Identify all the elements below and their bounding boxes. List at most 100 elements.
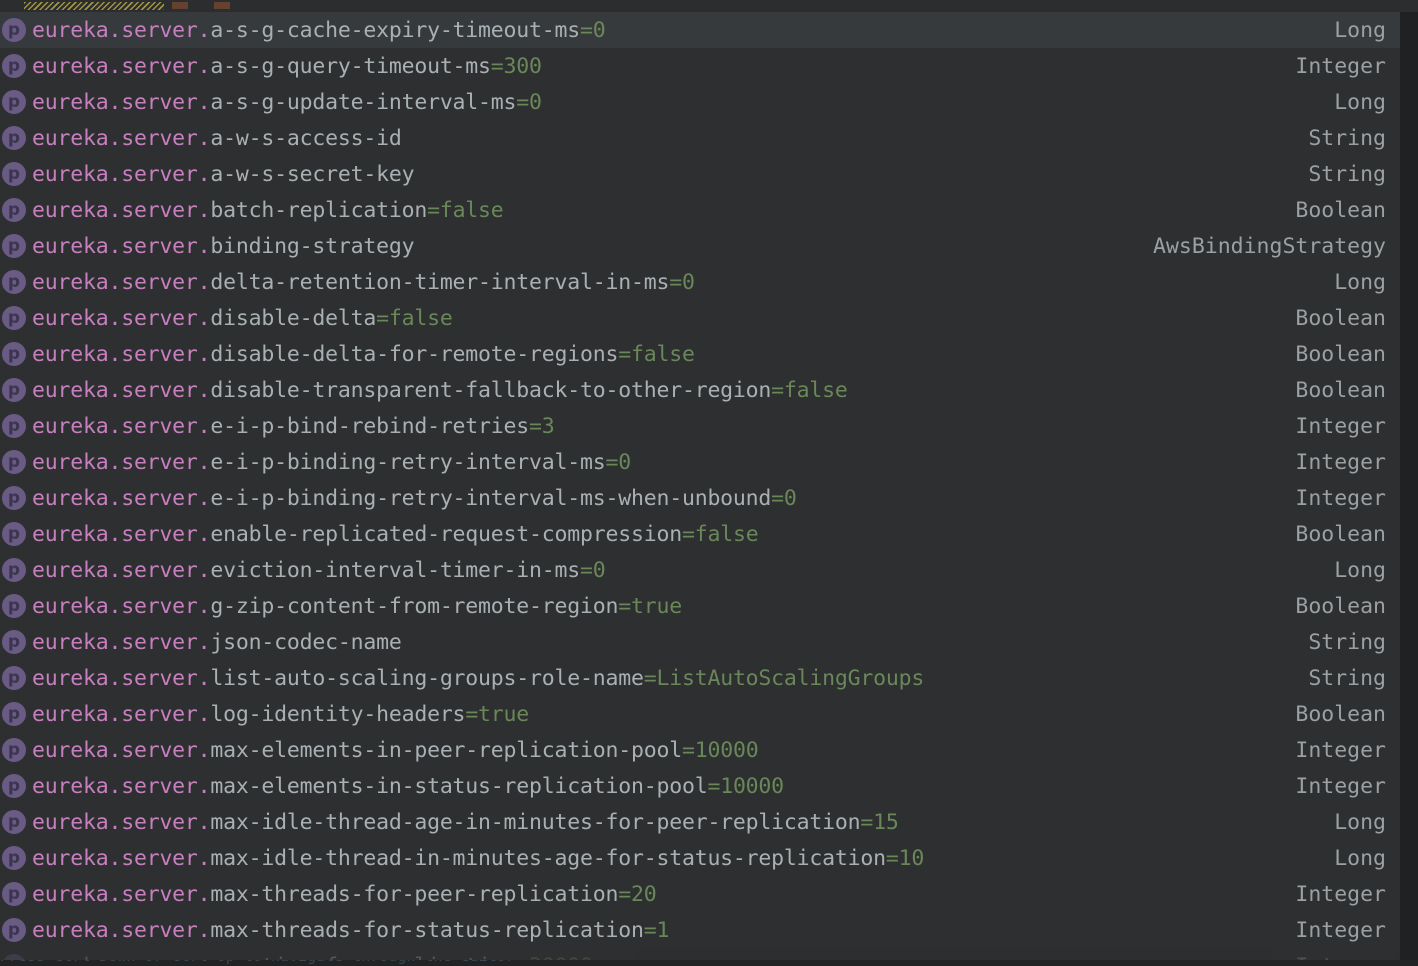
completion-item[interactable]: peureka.server.max-threads-for-status-re…	[0, 912, 1400, 948]
completion-item[interactable]: peureka.server.json-codec-nameString	[0, 624, 1400, 660]
completion-item-text: eureka.server.binding-strategy	[32, 234, 1153, 259]
completion-item-value: =300	[491, 54, 542, 79]
completion-item-name: max-idle-thread-in-minutes-age-for-statu…	[210, 846, 885, 871]
completion-item[interactable]: peureka.server.a-w-s-access-idString	[0, 120, 1400, 156]
completion-item-name: disable-delta-for-remote-regions	[210, 342, 618, 367]
completion-item[interactable]: peureka.server.max-idle-thread-age-in-mi…	[0, 804, 1400, 840]
completion-item[interactable]: peureka.server.batch-replication=falseBo…	[0, 192, 1400, 228]
completion-item-type: Long	[1334, 846, 1400, 871]
completion-item-text: eureka.server.max-threads-for-peer-repli…	[32, 882, 1295, 907]
completion-item-value: =true	[465, 702, 529, 727]
completion-item[interactable]: peureka.server.max-elements-in-peer-repl…	[0, 732, 1400, 768]
spring-property-icon: p	[2, 162, 26, 186]
completion-item-name: a-s-g-update-interval-ms	[210, 90, 516, 115]
completion-item-prefix: eureka.server.	[32, 450, 210, 475]
completion-item-type: Integer	[1295, 450, 1400, 475]
completion-item-prefix: eureka.server.	[32, 630, 210, 655]
completion-item-prefix: eureka.server.	[32, 882, 210, 907]
completion-item-text: eureka.server.e-i-p-binding-retry-interv…	[32, 486, 1295, 511]
completion-item[interactable]: peureka.server.eviction-interval-timer-i…	[0, 552, 1400, 588]
completion-item-list[interactable]: peureka.server.a-s-g-cache-expiry-timeou…	[0, 12, 1400, 960]
completion-item-prefix: eureka.server.	[32, 846, 210, 871]
completion-item-type: Integer	[1295, 486, 1400, 511]
completion-item-text: eureka.server.a-s-g-query-timeout-ms=300	[32, 54, 1295, 79]
completion-item-prefix: eureka.server.	[32, 90, 210, 115]
completion-item[interactable]: peureka.server.enable-replicated-request…	[0, 516, 1400, 552]
completion-item-value: =20	[618, 882, 656, 907]
completion-item-value: =true	[618, 594, 682, 619]
completion-item-type: Boolean	[1295, 198, 1400, 223]
completion-item-value: =false	[682, 522, 758, 547]
completion-item-prefix: eureka.server.	[32, 234, 210, 259]
spring-property-icon: p	[2, 558, 26, 582]
spring-property-icon: p	[2, 738, 26, 762]
completion-item-text: eureka.server.disable-delta=false	[32, 306, 1295, 331]
completion-item-text: eureka.server.e-i-p-binding-retry-interv…	[32, 450, 1295, 475]
completion-item[interactable]: peureka.server.a-s-g-cache-expiry-timeou…	[0, 12, 1400, 48]
completion-item[interactable]: peureka.server.log-identity-headers=true…	[0, 696, 1400, 732]
completion-item[interactable]: peureka.server.max-time-for-replication=…	[0, 948, 1400, 960]
completion-item-prefix: eureka.server.	[32, 54, 210, 79]
completion-item-text: eureka.server.list-auto-scaling-groups-r…	[32, 666, 1308, 691]
completion-item-value: =false	[618, 342, 694, 367]
completion-item-type: Integer	[1295, 954, 1400, 961]
completion-item-prefix: eureka.server.	[32, 774, 210, 799]
completion-item[interactable]: peureka.server.a-w-s-secret-keyString	[0, 156, 1400, 192]
code-completion-popup[interactable]: peureka.server.a-s-g-cache-expiry-timeou…	[0, 12, 1400, 960]
completion-item[interactable]: peureka.server.e-i-p-binding-retry-inter…	[0, 480, 1400, 516]
completion-item-value: =10000	[682, 738, 758, 763]
completion-item[interactable]: peureka.server.a-s-g-query-timeout-ms=30…	[0, 48, 1400, 84]
completion-item-type: Boolean	[1295, 594, 1400, 619]
completion-item-prefix: eureka.server.	[32, 486, 210, 511]
completion-item-text: eureka.server.json-codec-name	[32, 630, 1308, 655]
completion-item-value: =0	[516, 90, 542, 115]
completion-item-text: eureka.server.max-idle-thread-age-in-min…	[32, 810, 1334, 835]
completion-item-prefix: eureka.server.	[32, 666, 210, 691]
completion-item[interactable]: peureka.server.disable-transparent-fallb…	[0, 372, 1400, 408]
completion-item-type: Long	[1334, 810, 1400, 835]
completion-item-name: a-s-g-cache-expiry-timeout-ms	[210, 18, 580, 43]
completion-item-text: eureka.server.disable-delta-for-remote-r…	[32, 342, 1295, 367]
spring-property-icon: p	[2, 54, 26, 78]
completion-item[interactable]: peureka.server.disable-delta=falseBoolea…	[0, 300, 1400, 336]
completion-item-text: eureka.server.g-zip-content-from-remote-…	[32, 594, 1295, 619]
spring-property-icon: p	[2, 342, 26, 366]
spring-property-icon: p	[2, 882, 26, 906]
completion-item[interactable]: peureka.server.delta-retention-timer-int…	[0, 264, 1400, 300]
completion-item[interactable]: peureka.server.g-zip-content-from-remote…	[0, 588, 1400, 624]
completion-item-name: enable-replicated-request-compression	[210, 522, 682, 547]
spring-property-icon: p	[2, 846, 26, 870]
completion-item[interactable]: peureka.server.a-s-g-update-interval-ms=…	[0, 84, 1400, 120]
completion-item-name: a-w-s-secret-key	[210, 162, 414, 187]
completion-item[interactable]: peureka.server.max-threads-for-peer-repl…	[0, 876, 1400, 912]
completion-item-prefix: eureka.server.	[32, 810, 210, 835]
completion-item[interactable]: peureka.server.max-idle-thread-in-minute…	[0, 840, 1400, 876]
spring-property-icon: p	[2, 450, 26, 474]
completion-item-name: disable-delta	[210, 306, 376, 331]
spring-property-icon: p	[2, 774, 26, 798]
completion-item[interactable]: peureka.server.e-i-p-binding-retry-inter…	[0, 444, 1400, 480]
completion-item-text: eureka.server.delta-retention-timer-inte…	[32, 270, 1334, 295]
completion-item[interactable]: peureka.server.binding-strategyAwsBindin…	[0, 228, 1400, 264]
completion-item[interactable]: peureka.server.disable-delta-for-remote-…	[0, 336, 1400, 372]
completion-item[interactable]: peureka.server.max-elements-in-status-re…	[0, 768, 1400, 804]
spring-property-icon: p	[2, 414, 26, 438]
completion-item-value: =false	[376, 306, 452, 331]
completion-item-name: g-zip-content-from-remote-region	[210, 594, 618, 619]
completion-item-value: =false	[771, 378, 847, 403]
completion-item[interactable]: peureka.server.list-auto-scaling-groups-…	[0, 660, 1400, 696]
completion-item-type: Integer	[1295, 774, 1400, 799]
completion-item-text: eureka.server.a-w-s-secret-key	[32, 162, 1308, 187]
completion-item-type: Integer	[1295, 54, 1400, 79]
completion-item-text: eureka.server.disable-transparent-fallba…	[32, 378, 1295, 403]
completion-item[interactable]: peureka.server.e-i-p-bind-rebind-retries…	[0, 408, 1400, 444]
spring-property-icon: p	[2, 90, 26, 114]
completion-item-type: Long	[1334, 270, 1400, 295]
completion-item-value: =0	[669, 270, 695, 295]
spring-property-icon: p	[2, 378, 26, 402]
spring-property-icon: p	[2, 810, 26, 834]
completion-item-type: Boolean	[1295, 522, 1400, 547]
completion-item-prefix: eureka.server.	[32, 738, 210, 763]
spring-property-icon: p	[2, 702, 26, 726]
completion-item-type: Long	[1334, 90, 1400, 115]
